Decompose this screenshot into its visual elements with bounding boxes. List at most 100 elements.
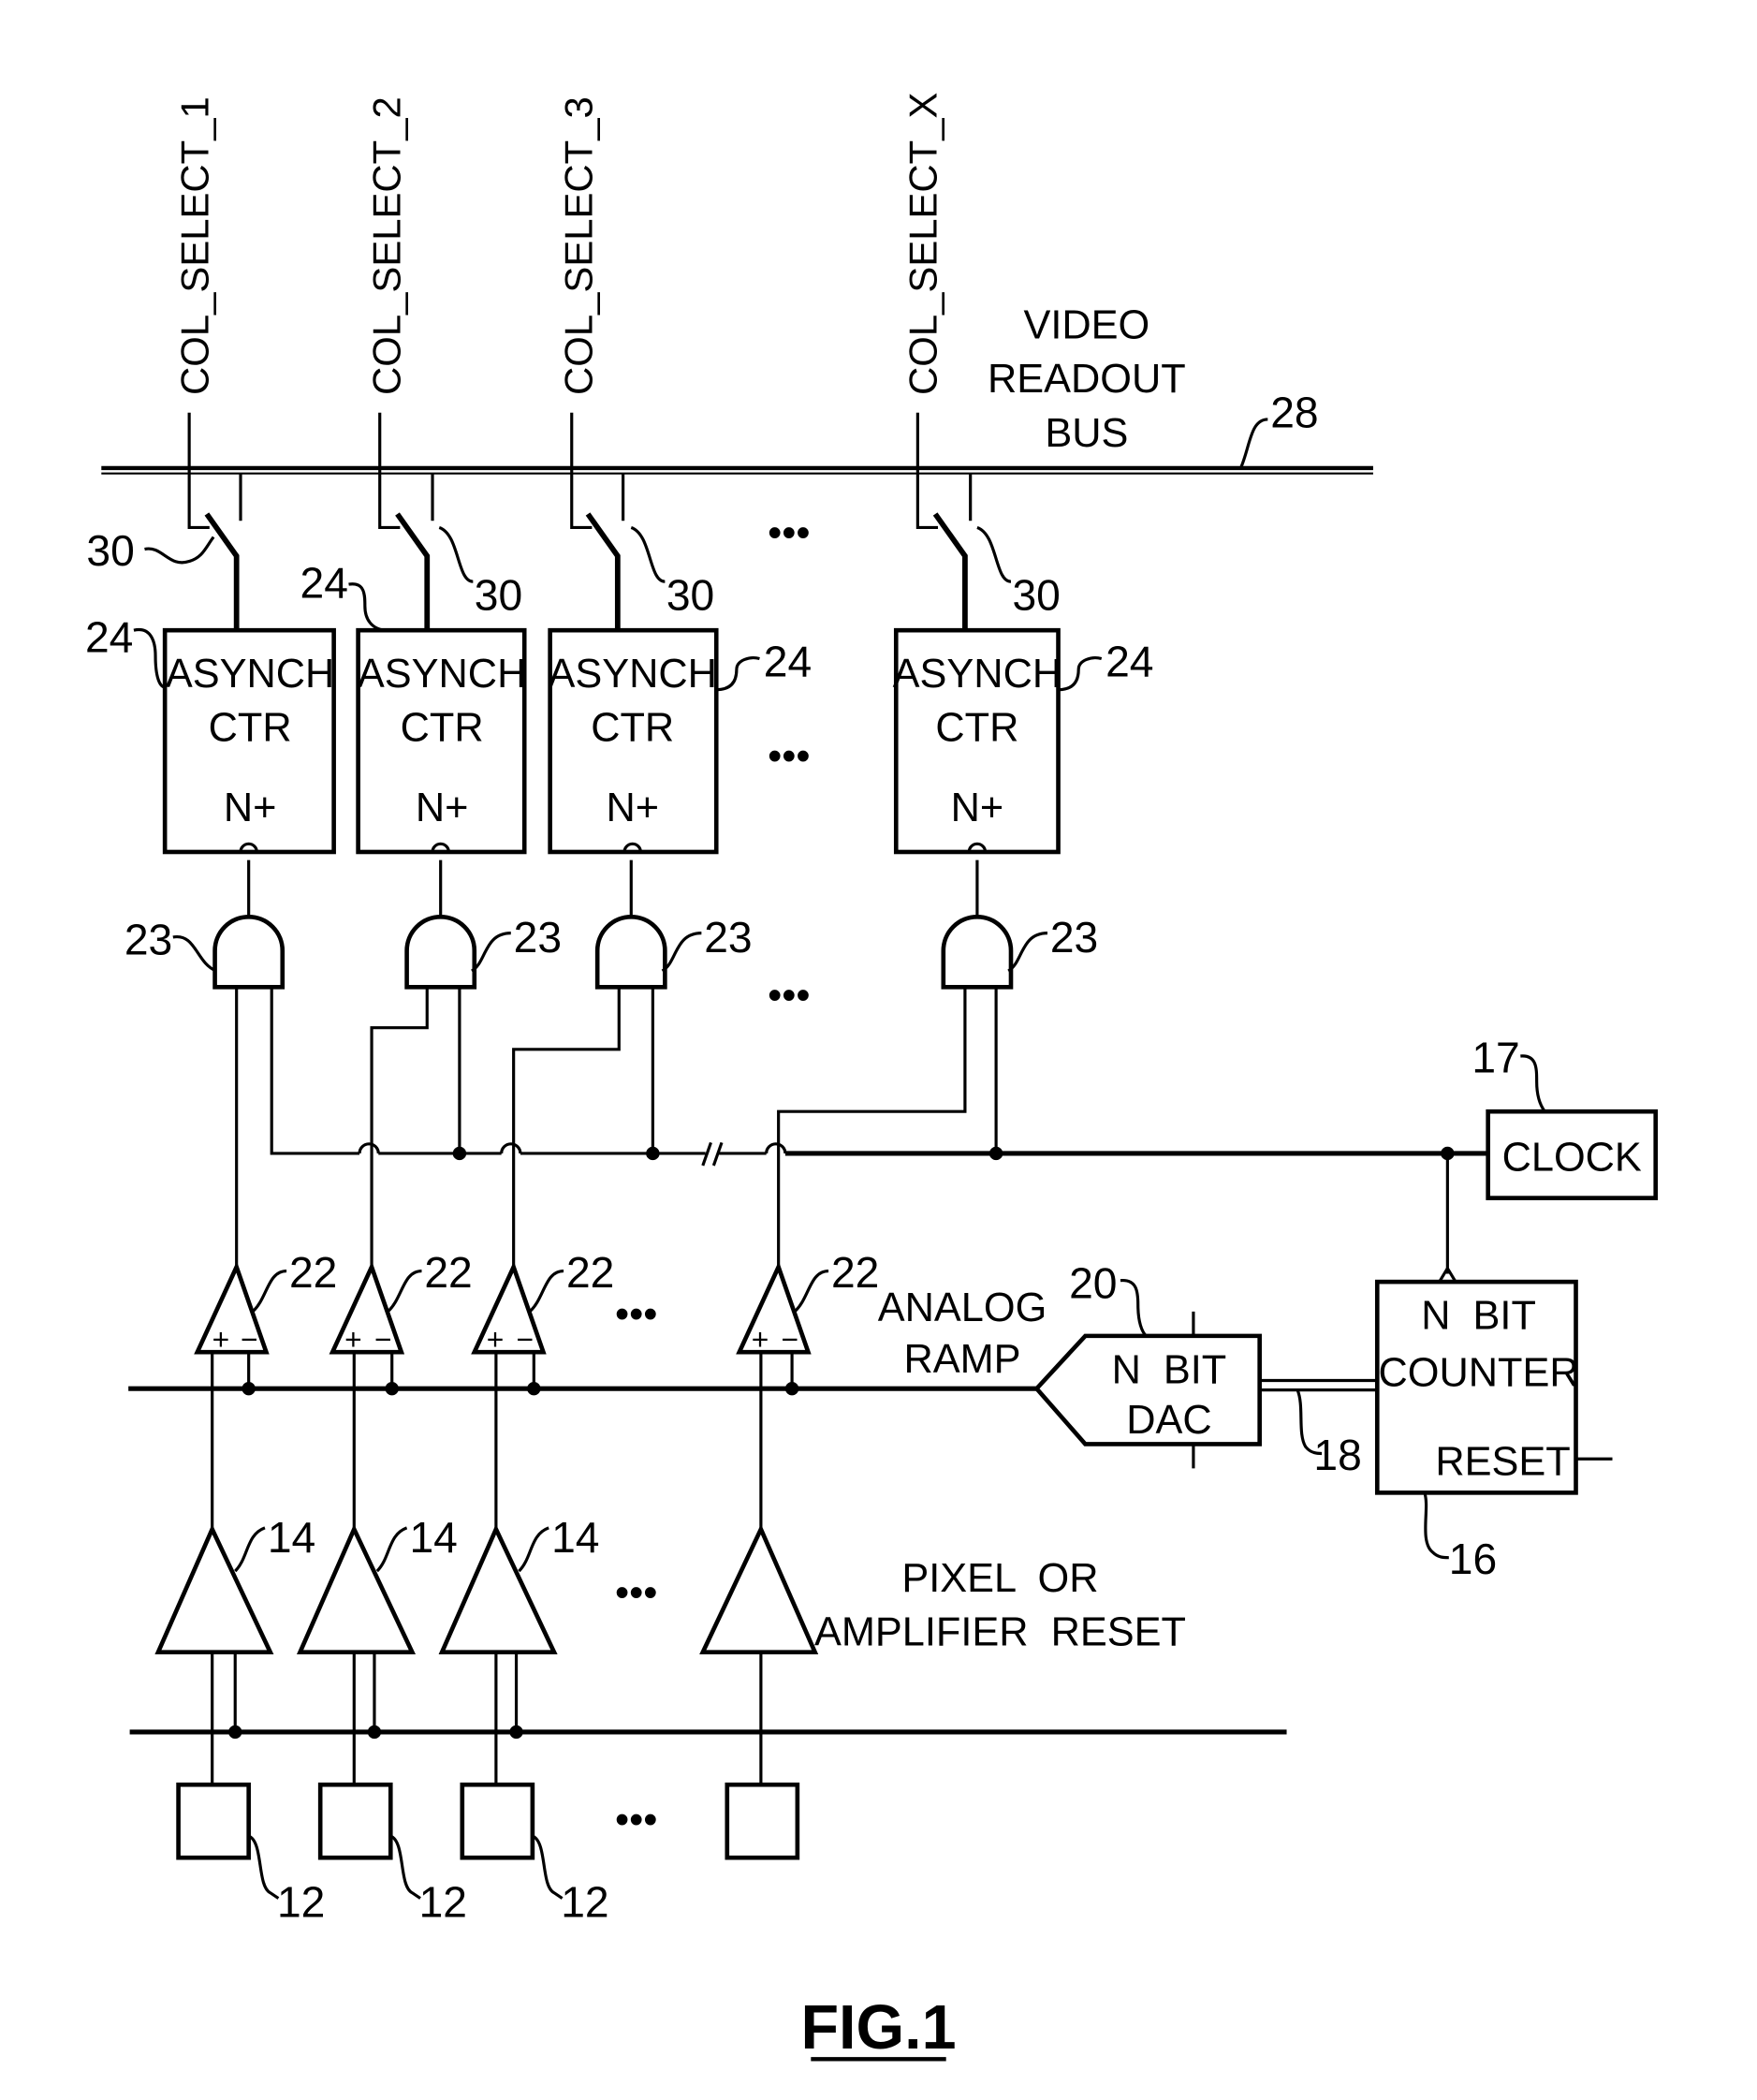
- comparator-2-ref: 22: [424, 1248, 472, 1297]
- bus-ref: 28: [1270, 389, 1318, 437]
- col-select-1-label: COL_SELECT_1: [172, 96, 216, 395]
- and-gate-x-ref: 23: [1050, 913, 1098, 962]
- amplifier-x: [699, 1523, 819, 1655]
- pixel-2-ref: 12: [419, 1878, 467, 1927]
- comparator-2: + −: [329, 1261, 405, 1396]
- and-gate-3-ref: 23: [704, 913, 752, 962]
- svg-text:+: +: [344, 1322, 362, 1356]
- video-readout-bus: VIDEO READOUT BUS 28: [101, 302, 1373, 475]
- switch-3-leader: [630, 525, 666, 583]
- and-gate-group: 23 23 23 23: [124, 859, 1098, 990]
- comparator-3-ref: 22: [566, 1248, 614, 1297]
- counter-2-ref: 24: [300, 559, 348, 608]
- bus-label-line3: BUS: [1045, 411, 1128, 456]
- ellipsis-gates: •••: [768, 973, 810, 1018]
- amplifier-1-ref: 14: [268, 1513, 315, 1562]
- amplifier-2: [296, 1523, 417, 1655]
- pixel-x: [725, 1782, 800, 1860]
- switch-x-ref: 30: [1012, 571, 1060, 620]
- comparator-group: + − + − + − + − 22 22 22 22: [194, 1248, 879, 1396]
- async-counter-3: ASYNCH CTR N+: [548, 627, 719, 855]
- ellipsis-comparators: •••: [615, 1292, 657, 1337]
- svg-text:+: +: [212, 1322, 230, 1356]
- counter-reset-label: RESET: [1435, 1440, 1570, 1485]
- counter-3-ref: 24: [764, 637, 812, 685]
- pixel-3: [460, 1782, 535, 1860]
- dac-block: N BIT DAC 20: [1033, 1258, 1262, 1469]
- amplifier-1: [154, 1523, 274, 1655]
- switch-2-leader: [438, 525, 474, 583]
- svg-text:CTR: CTR: [935, 706, 1018, 751]
- dac-ref: 20: [1069, 1258, 1117, 1307]
- clock-wiring: [235, 987, 1487, 1274]
- bus-link-ref: 18: [1313, 1431, 1361, 1479]
- switch-1-ref: 30: [86, 526, 134, 575]
- switch-x-leader: [976, 525, 1012, 583]
- switch-1: [204, 473, 242, 629]
- svg-text:−: −: [517, 1322, 534, 1356]
- switch-group: 30 30 30 30: [86, 473, 1061, 629]
- col-select-x-label: COL_SELECT_X: [901, 92, 945, 394]
- amplifier-2-ref: 14: [409, 1513, 457, 1562]
- svg-text:N+: N+: [951, 786, 1004, 830]
- async-counter-2: ASYNCH CTR N+: [356, 627, 527, 855]
- switch-3: [585, 473, 625, 629]
- svg-text:CTR: CTR: [591, 706, 674, 751]
- and-gate-3: [594, 915, 667, 990]
- and-gate-x: [941, 915, 1014, 990]
- analog-ramp: ANALOG RAMP: [128, 1285, 1047, 1391]
- col-select-x-line: [915, 412, 939, 530]
- switch-3-ref: 30: [666, 571, 714, 620]
- bus-ref-leader: [1238, 418, 1268, 469]
- clock-ref: 17: [1471, 1033, 1519, 1081]
- svg-text:N+: N+: [416, 786, 469, 830]
- comparator-x: + −: [736, 1261, 812, 1396]
- svg-text:ASYNCH: ASYNCH: [893, 652, 1062, 697]
- clock-label: CLOCK: [1502, 1136, 1642, 1181]
- svg-text:ASYNCH: ASYNCH: [358, 652, 526, 697]
- signal-lines: [211, 1352, 763, 1533]
- pixel-2: [317, 1782, 393, 1860]
- n-bit-counter: N BIT COUNTER RESET 16: [1374, 1265, 1613, 1583]
- pixel-3-ref: 12: [561, 1878, 608, 1927]
- svg-text:CTR: CTR: [209, 706, 292, 751]
- switch-2-ref: 30: [475, 571, 522, 620]
- counter-label-line2: COUNTER: [1379, 1350, 1579, 1395]
- and-gate-1: [212, 915, 286, 990]
- bus-label-line1: VIDEO: [1023, 302, 1149, 347]
- pixel-1-ref: 12: [277, 1878, 325, 1927]
- col-select-1-line: [187, 412, 210, 530]
- pixel-group: 12 12 12: [176, 1782, 800, 1927]
- comparator-x-ref: 22: [831, 1248, 879, 1297]
- svg-text:−: −: [374, 1322, 392, 1356]
- col-select-3-line: [570, 412, 593, 530]
- amplifier-3-ref: 14: [551, 1513, 599, 1562]
- counter-x-ref: 24: [1105, 637, 1153, 685]
- counter-label-line1: N BIT: [1421, 1294, 1536, 1339]
- clock-block: CLOCK 17: [1471, 1033, 1659, 1200]
- circuit-diagram: COL_SELECT_1 COL_SELECT_2 COL_SELECT_3 C…: [85, 92, 1659, 2063]
- amplifier-3: [438, 1523, 558, 1655]
- async-counter-x: ASYNCH CTR N+: [893, 627, 1062, 855]
- analog-ramp-label-line1: ANALOG: [878, 1285, 1047, 1330]
- and-gate-2: [404, 915, 477, 990]
- dac-label-line1: N BIT: [1112, 1347, 1227, 1392]
- svg-text:+: +: [487, 1322, 505, 1356]
- counter-ref: 16: [1449, 1535, 1497, 1583]
- comparator-1: + −: [194, 1261, 270, 1396]
- pixel-1: [176, 1782, 251, 1860]
- and-gate-1-ref: 23: [124, 916, 172, 964]
- reset-label-line2: AMPLIFIER RESET: [814, 1610, 1186, 1655]
- svg-text:N+: N+: [606, 786, 659, 830]
- dac-counter-bus: 18: [1259, 1378, 1378, 1479]
- ellipsis-amplifiers: •••: [615, 1571, 657, 1616]
- switch-x: [932, 473, 973, 629]
- and-gate-2-ref: 23: [514, 913, 562, 962]
- svg-text:−: −: [241, 1322, 258, 1356]
- switch-2: [395, 473, 434, 629]
- svg-text:−: −: [782, 1322, 799, 1356]
- ellipsis-switches: •••: [768, 511, 810, 556]
- reset-label-line1: PIXEL OR: [901, 1556, 1098, 1601]
- switch-1-leader: [144, 536, 215, 565]
- async-counter-1: ASYNCH CTR N+: [162, 627, 336, 855]
